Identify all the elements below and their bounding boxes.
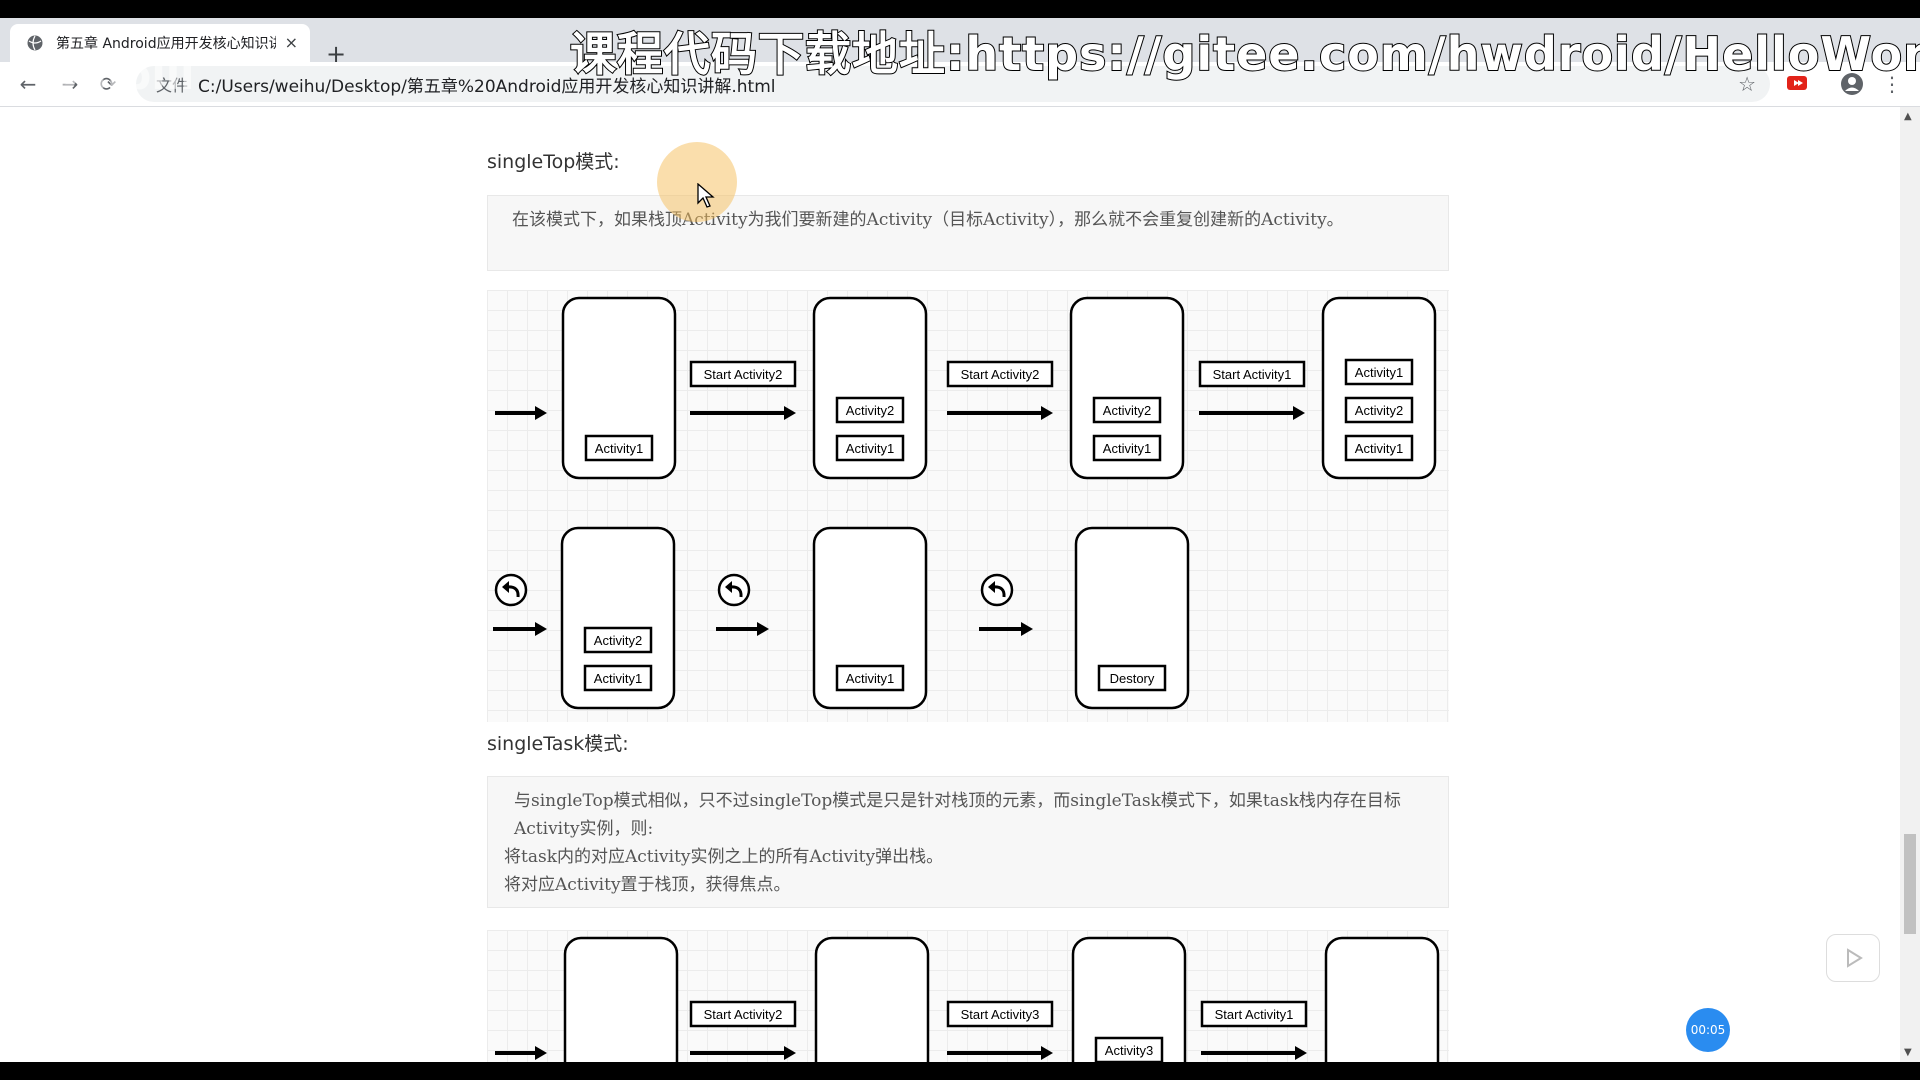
arrow-icon — [947, 406, 1053, 420]
action-label: Start Activity1 — [1215, 1007, 1294, 1022]
arrow-icon — [979, 622, 1033, 636]
scroll-down-arrow-icon[interactable]: ▼ — [1904, 1047, 1912, 1058]
action-label: Start Activity3 — [961, 1007, 1040, 1022]
back-button-icon — [494, 573, 528, 607]
play-icon — [1847, 948, 1863, 968]
arrow-head — [1295, 1046, 1307, 1060]
activity-label: Activity1 — [1355, 365, 1403, 380]
back-button-icon — [717, 573, 751, 607]
single-task-line-1: 与singleTop模式相似，只不过singleTop模式是只是针对栈顶的元素，… — [514, 791, 1401, 839]
arrow-icon — [1199, 406, 1305, 420]
arrow-head — [1041, 406, 1053, 420]
single-task-heading: singleTask模式: — [487, 733, 629, 755]
activity-label: Destory — [1110, 671, 1155, 686]
arrow-head — [535, 1046, 547, 1060]
stack-phone — [563, 936, 679, 1062]
back-circle — [717, 573, 751, 607]
stack-phone: Activity1 Activity2 Activity1 — [1321, 296, 1437, 480]
stack-phone: Activity2 Activity1 — [1069, 296, 1185, 480]
arrow-icon — [1201, 1046, 1307, 1060]
stack-container — [1324, 936, 1440, 1062]
single-task-line-3: 将对应Activity置于栈顶，获得焦点。 — [504, 875, 791, 895]
globe-icon — [27, 35, 43, 51]
stack-phone: Activity1 — [812, 526, 928, 710]
activity-label: Activity3 — [1105, 1043, 1153, 1058]
single-task-description: 与singleTop模式相似，只不过singleTop模式是只是针对栈顶的元素，… — [487, 776, 1449, 908]
play-button[interactable] — [1826, 934, 1880, 982]
activity-label: Activity2 — [846, 403, 894, 418]
bottom-black-bar — [0, 1062, 1920, 1080]
stack-phone: Destory — [1074, 526, 1190, 710]
activity-label: Activity2 — [1103, 403, 1151, 418]
page-scrollbar[interactable]: ▲ ▼ — [1900, 107, 1920, 1062]
arrow-head — [1021, 622, 1033, 636]
single-top-text: 在该模式下，如果栈顶Activity为我们要新建的Activity（目标Acti… — [512, 210, 1344, 230]
stack-phone: Activity2 — [814, 936, 930, 1062]
arrow-head — [784, 1046, 796, 1060]
action-label: Start Activity1 — [1213, 367, 1292, 382]
action-label: Start Activity2 — [704, 1007, 783, 1022]
arrow-icon — [716, 622, 769, 636]
back-circle — [980, 573, 1014, 607]
single-task-diagram: Activity2 Activity3Activity2 Start Activit… — [487, 930, 1449, 1062]
close-tab-icon[interactable]: × — [285, 33, 298, 52]
back-circle — [494, 573, 528, 607]
stack-container — [814, 936, 930, 1062]
activity-label: Activity1 — [594, 671, 642, 686]
stack-phone — [1324, 936, 1440, 1062]
cursor-highlight — [657, 142, 737, 222]
stack-phone: Activity2 Activity1 — [560, 526, 676, 710]
video-time-badge: 00:05 — [1686, 1008, 1730, 1052]
mouse-cursor-icon — [697, 183, 715, 208]
page-content: singleTop模式: 在该模式下，如果栈顶Activity为我们要新建的Ac… — [0, 107, 1900, 1062]
single-task-line-2: 将task内的对应Activity实例之上的所有Activity弹出栈。 — [504, 847, 944, 867]
activity-label: Activity1 — [1355, 441, 1403, 456]
arrow-head — [1041, 1046, 1053, 1060]
arrow-icon — [495, 406, 547, 420]
video-caption-overlay: 课程代码下载地址:https://gitee.com/hwdroid/Hello… — [569, 26, 1920, 82]
single-top-description: 在该模式下，如果栈顶Activity为我们要新建的Activity（目标Acti… — [487, 195, 1449, 271]
activity-label: Activity1 — [846, 441, 894, 456]
arrow-icon — [690, 1046, 796, 1060]
arrow-head — [757, 622, 769, 636]
activity-label: Activity2 — [594, 633, 642, 648]
arrow-icon — [690, 406, 796, 420]
arrow-head — [784, 406, 796, 420]
stack-container — [563, 936, 679, 1062]
activity-label: Activity2 — [1355, 403, 1403, 418]
stack-phone: Activity1 — [561, 296, 677, 480]
arrow-icon — [947, 1046, 1053, 1060]
action-label: Start Activity2 — [704, 367, 783, 382]
arrow-head — [1293, 406, 1305, 420]
arrow-head — [535, 406, 547, 420]
stack-phone: Activity2 Activity1 — [812, 296, 928, 480]
arrow-icon — [493, 622, 547, 636]
single-task-diagram-svg: Activity2 Activity3Activity2 Start Activit… — [495, 936, 1440, 1062]
action-label: Start Activity2 — [961, 367, 1040, 382]
arrow-head — [535, 622, 547, 636]
activity-label: Activity1 — [1103, 441, 1151, 456]
top-black-bar — [0, 0, 1920, 18]
stack-phone: Activity3Activity2 — [1071, 936, 1187, 1062]
bilibili-watermark: bilibili — [48, 50, 195, 99]
activity-label: Activity1 — [595, 441, 643, 456]
single-top-diagram: Activity1 Activity2 Activity1 Activity2 Acti… — [487, 290, 1449, 722]
single-top-heading: singleTop模式: — [487, 151, 620, 173]
single-top-diagram-svg: Activity1Activity2Activity1Activity2Acti… — [493, 296, 1437, 710]
activity-label: Activity1 — [846, 671, 894, 686]
back-icon[interactable]: ← — [16, 72, 40, 96]
scrollbar-thumb[interactable] — [1904, 834, 1916, 934]
scroll-up-arrow-icon[interactable]: ▲ — [1904, 111, 1912, 122]
arrow-icon — [495, 1046, 547, 1060]
back-button-icon — [980, 573, 1014, 607]
